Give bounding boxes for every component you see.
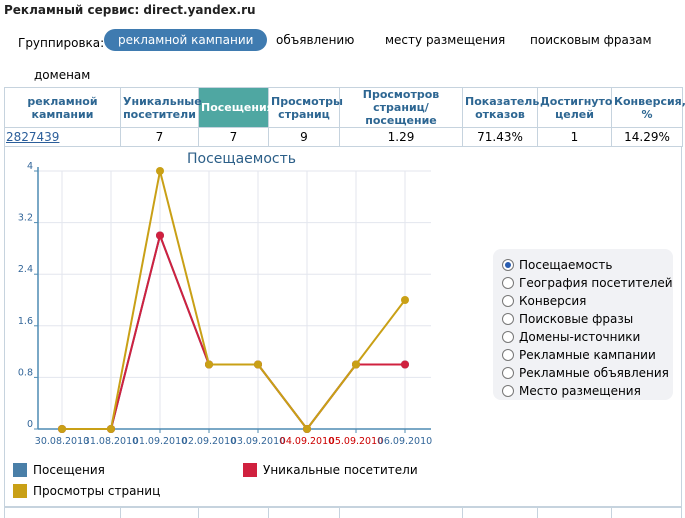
legend-swatch <box>243 463 257 477</box>
x-tick-label: 02.09.2010 <box>182 436 236 447</box>
y-tick-label: 3.2 <box>18 213 33 224</box>
data-point <box>401 360 409 369</box>
y-tick-label: 0 <box>27 419 33 430</box>
series-line-1 <box>62 232 405 431</box>
radio-option-label: Конверсия <box>519 293 587 308</box>
y-tick-label: 1.6 <box>18 316 33 327</box>
legend-label: Посещения <box>33 463 105 477</box>
legend-swatch <box>13 463 27 477</box>
x-tick-label: 04.09.2010 <box>280 436 334 447</box>
radio-option-ad-campaigns[interactable]: Рекламные кампании <box>502 346 656 363</box>
radio-option-ads[interactable]: Рекламные объявления <box>502 364 669 381</box>
legend-label: Просмотры страниц <box>33 484 161 498</box>
y-tick-label: 4 <box>27 161 33 172</box>
radio-option-label: География посетителей <box>519 275 673 290</box>
legend-item-unique-visitors[interactable]: Уникальные посетители <box>243 463 418 477</box>
radio-option-search-phrases[interactable]: Поисковые фразы <box>502 310 633 327</box>
radio-option-label: Посещаемость <box>519 257 613 272</box>
radio-option-placement[interactable]: Место размещения <box>502 382 641 399</box>
data-point <box>401 296 409 304</box>
series-line-0 <box>62 232 405 431</box>
radio-icon[interactable] <box>502 312 514 325</box>
data-point <box>205 360 213 369</box>
x-tick-label: 31.08.2010 <box>84 436 138 447</box>
radio-option-geography[interactable]: География посетителей <box>502 274 673 291</box>
legend-swatch <box>13 484 27 498</box>
radio-icon[interactable] <box>502 348 514 361</box>
radio-icon[interactable] <box>502 276 514 289</box>
radio-icon[interactable] <box>502 384 514 397</box>
data-point <box>156 231 164 240</box>
radio-option-label: Место размещения <box>519 383 641 398</box>
x-tick-label: 01.09.2010 <box>133 436 187 447</box>
radio-option-label: Рекламные кампании <box>519 347 656 362</box>
x-tick-label: 05.09.2010 <box>329 436 383 447</box>
legend-item-pageviews[interactable]: Просмотры страниц <box>13 484 160 498</box>
radio-icon[interactable] <box>502 366 514 379</box>
legend-item-visits[interactable]: Посещения <box>13 463 105 477</box>
x-tick-label: 06.09.2010 <box>378 436 432 447</box>
radio-option-label: Рекламные объявления <box>519 365 669 380</box>
data-point <box>156 167 164 175</box>
data-point <box>303 425 311 433</box>
radio-option-source-domains[interactable]: Домены-источники <box>502 328 640 345</box>
y-tick-label: 0.8 <box>18 367 33 378</box>
radio-icon[interactable] <box>502 294 514 307</box>
radio-option-label: Домены-источники <box>519 329 641 344</box>
data-point <box>107 425 115 433</box>
data-point <box>352 360 360 369</box>
legend-label: Уникальные посетители <box>263 463 418 477</box>
radio-icon[interactable] <box>502 330 514 343</box>
series-line-2 <box>62 170 406 431</box>
y-tick-label: 2.4 <box>18 264 33 275</box>
x-tick-label: 03.09.2010 <box>231 436 285 447</box>
chart-type-selector: Посещаемость География посетителей Конве… <box>493 249 673 400</box>
radio-option-traffic[interactable]: Посещаемость <box>502 256 612 273</box>
data-point <box>58 425 66 433</box>
radio-option-conversion[interactable]: Конверсия <box>502 292 586 309</box>
radio-icon[interactable] <box>502 258 514 271</box>
radio-option-label: Поисковые фразы <box>519 311 634 326</box>
data-point <box>254 360 262 369</box>
x-tick-label: 30.08.2010 <box>35 436 89 447</box>
